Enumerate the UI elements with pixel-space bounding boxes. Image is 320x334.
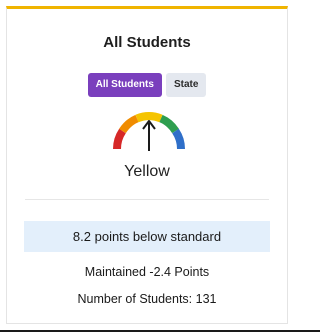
performance-card: All Students All Students State Yellow 8… (6, 6, 288, 324)
gauge-segment-orange (119, 114, 139, 134)
performance-color-label: Yellow (124, 163, 170, 180)
gauge-icon (112, 112, 186, 151)
student-group-toggle: All Students State (7, 73, 287, 97)
status-banner: 8.2 points below standard (24, 221, 270, 252)
card-title: All Students (103, 34, 191, 51)
all-students-toggle-button[interactable]: All Students (87, 73, 162, 97)
gauge-segment-yellow (135, 112, 163, 123)
gauge-segment-blue (172, 128, 186, 150)
divider (25, 199, 269, 200)
gauge-segment-green (159, 114, 179, 134)
bottom-border (0, 330, 320, 332)
state-toggle-button[interactable]: State (165, 73, 207, 97)
gauge-segment-red (112, 128, 126, 150)
student-count-text: Number of Students: 131 (77, 292, 217, 306)
change-text: Maintained -2.4 Points (84, 265, 210, 279)
